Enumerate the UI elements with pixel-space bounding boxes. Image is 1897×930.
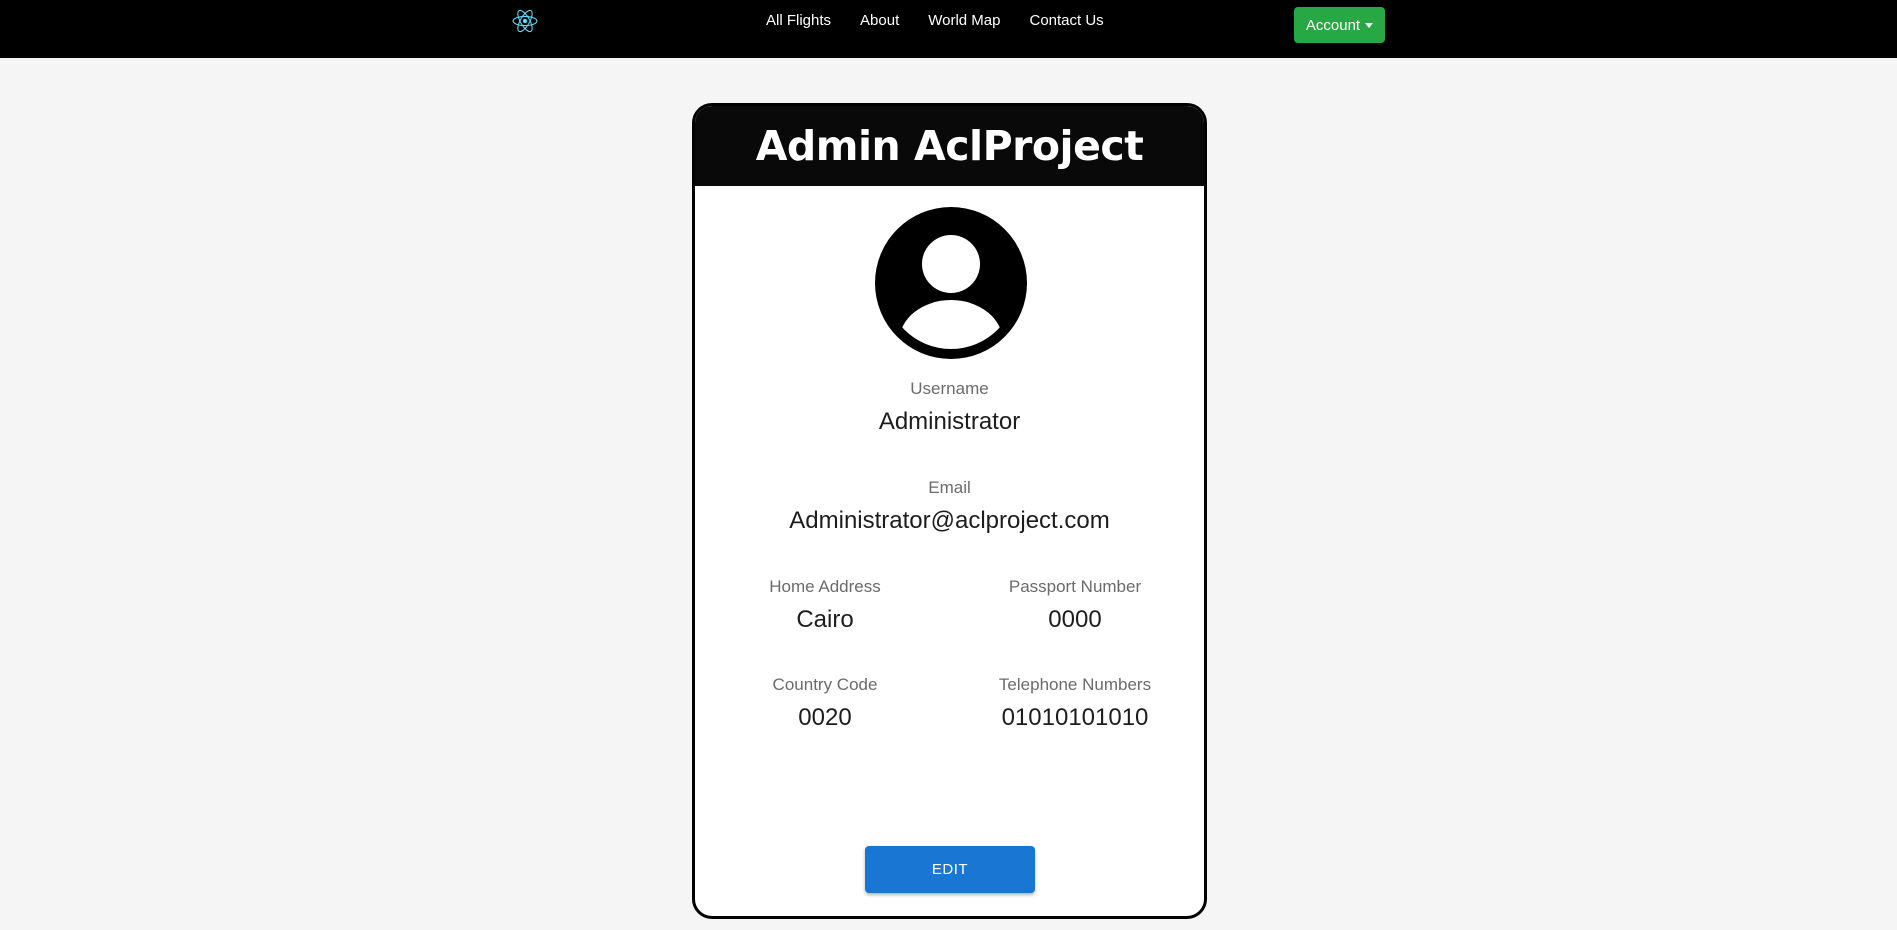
nav-link-about[interactable]: About [860,11,899,31]
caret-down-icon [1365,22,1374,28]
home-address-field: Home Address Cairo [745,577,905,635]
country-code-field: Country Code 0020 [745,675,905,733]
country-code-label: Country Code [772,675,878,694]
profile-card-header: Admin AclProject [695,106,1204,186]
passport-number-field: Passport Number 0000 [985,577,1165,635]
nav-links: All Flights About World Map Contact Us [750,11,1133,31]
username-field: Username Administrator [695,379,1204,437]
account-button-label: Account [1305,16,1361,34]
telephone-numbers-field: Telephone Numbers 01010101010 [985,675,1165,733]
nav-link-contact-us[interactable]: Contact Us [1029,11,1103,31]
passport-number-label: Passport Number [1008,577,1142,596]
username-label: Username [910,379,989,398]
home-address-value: Cairo [796,606,854,633]
telephone-numbers-label: Telephone Numbers [998,675,1152,694]
edit-button[interactable]: EDIT [865,846,1035,893]
username-value: Administrator [878,408,1021,435]
country-code-value: 0020 [798,704,852,731]
email-value: Administrator@aclproject.com [789,507,1110,534]
user-avatar-icon [875,207,1027,359]
email-label: Email [928,478,971,497]
telephone-numbers-value: 01010101010 [1001,704,1149,731]
email-field: Email Administrator@aclproject.com [695,478,1204,536]
profile-title: Admin AclProject [755,122,1144,170]
account-dropdown-button[interactable]: Account [1294,7,1385,43]
profile-card: Admin AclProject Username Administrator … [692,103,1207,919]
home-address-label: Home Address [769,577,881,596]
passport-number-value: 0000 [1048,606,1102,633]
top-navbar: All Flights About World Map Contact Us A… [0,0,1897,58]
nav-link-world-map[interactable]: World Map [928,11,1000,31]
react-atom-icon[interactable] [512,9,538,33]
nav-link-all-flights[interactable]: All Flights [766,11,831,31]
